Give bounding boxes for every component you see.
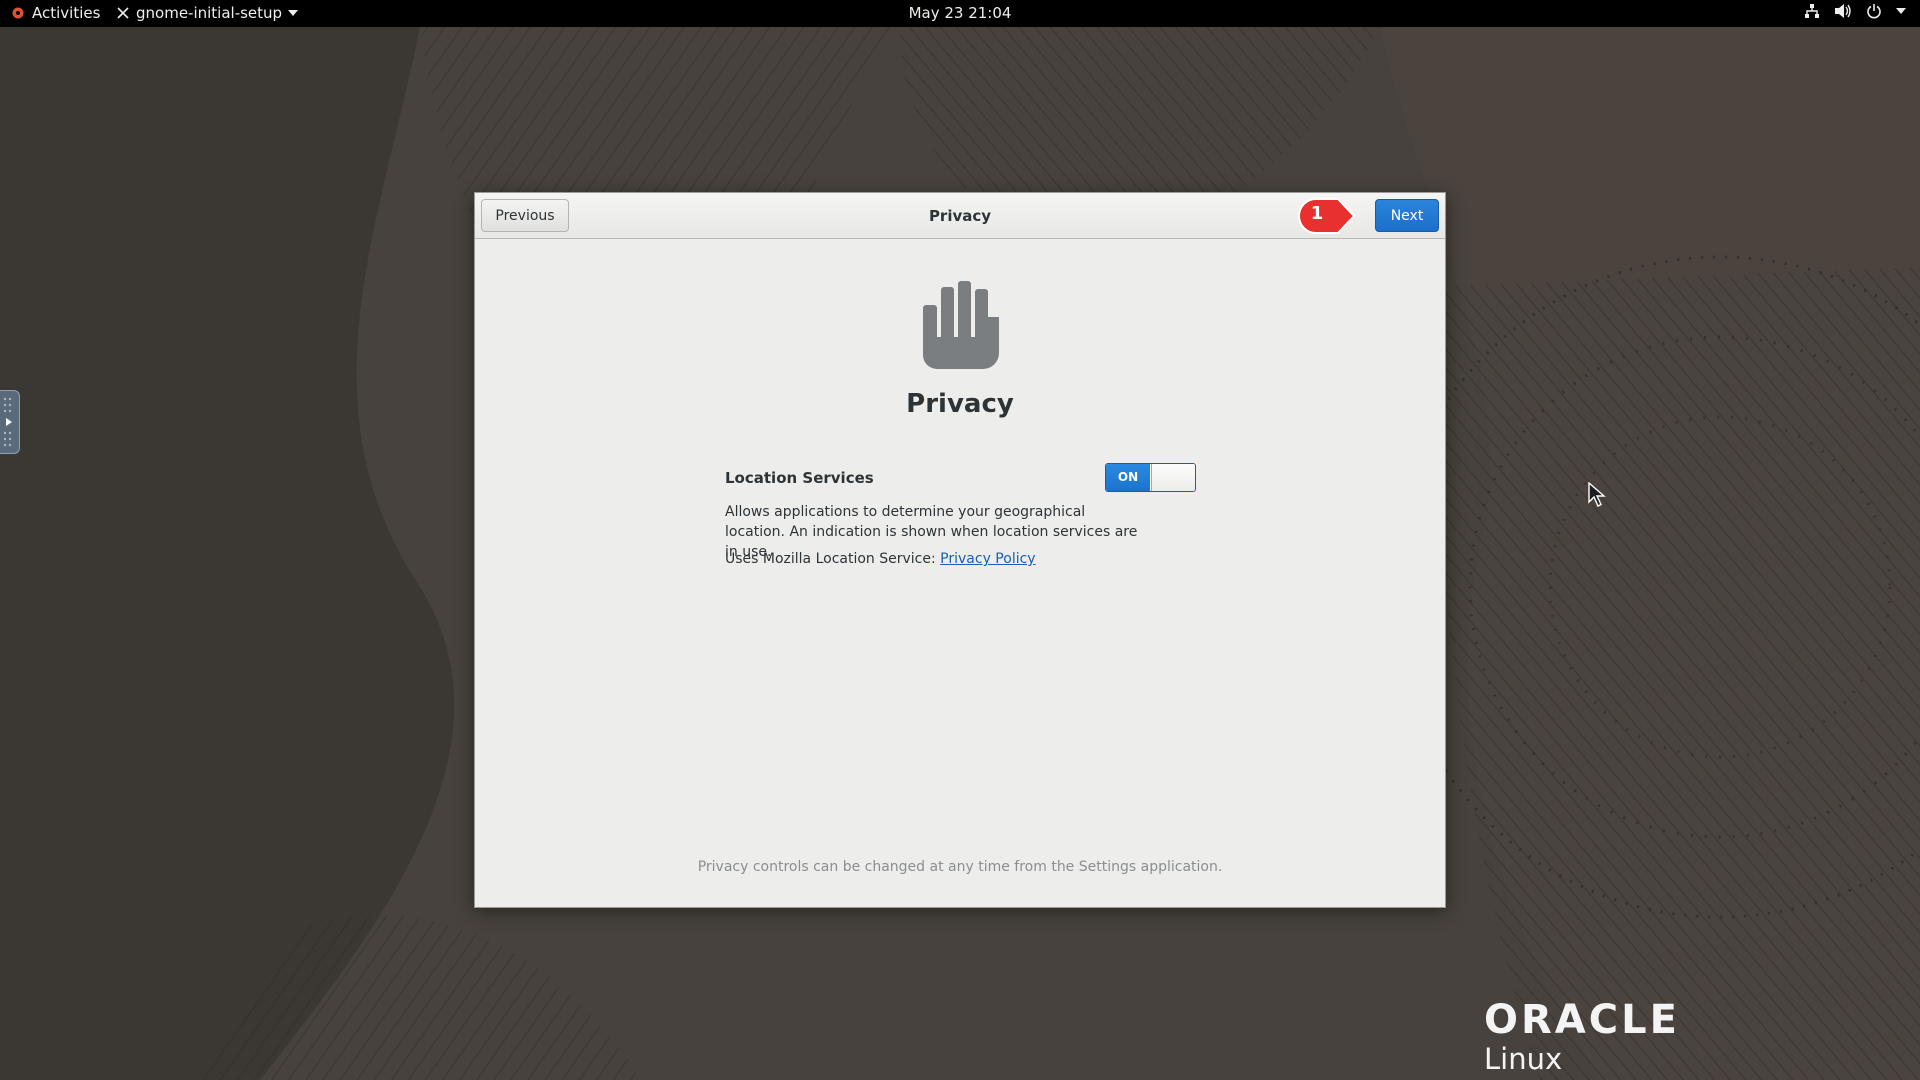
location-service-provider: Uses Mozilla Location Service: Privacy P… xyxy=(725,551,1036,567)
toggle-knob xyxy=(1151,464,1195,491)
setup-tools-icon xyxy=(117,7,129,19)
privacy-policy-link[interactable]: Privacy Policy xyxy=(940,551,1035,567)
side-panel-handle[interactable] xyxy=(0,390,20,454)
location-services-label: Location Services xyxy=(725,469,874,487)
volume-icon xyxy=(1835,4,1851,18)
network-icon xyxy=(1805,4,1819,18)
expand-arrow-icon xyxy=(3,397,12,447)
app-menu[interactable]: gnome-initial-setup xyxy=(116,4,299,22)
location-services-toggle[interactable]: ON xyxy=(1105,463,1196,492)
page-title: Privacy xyxy=(906,389,1014,419)
chevron-down-icon xyxy=(288,10,299,16)
logo-wordmark: ORACLE xyxy=(1484,997,1680,1043)
next-button[interactable]: Next xyxy=(1375,199,1439,232)
app-menu-label: gnome-initial-setup xyxy=(136,4,283,22)
activities-button[interactable]: Activities xyxy=(12,4,100,22)
callout-number: 1 xyxy=(1310,203,1324,224)
oracle-linux-logo: ORACLE Linux xyxy=(1484,1000,1680,1076)
system-tray[interactable] xyxy=(1804,3,1906,19)
power-icon xyxy=(1867,4,1881,19)
activities-icon xyxy=(12,7,24,19)
footer-note: Privacy controls can be changed at any t… xyxy=(697,859,1223,875)
mouse-pointer-icon xyxy=(1588,482,1606,507)
activities-label: Activities xyxy=(32,4,101,22)
toggle-on-label: ON xyxy=(1106,464,1150,491)
initial-setup-dialog: Previous Privacy 1 Next Privacy Location… xyxy=(474,192,1446,908)
step-callout-badge: 1 xyxy=(1294,197,1368,235)
dialog-header: Previous Privacy 1 Next xyxy=(475,193,1445,239)
menu-arrow-icon xyxy=(1896,8,1906,14)
uses-text: Uses Mozilla Location Service: xyxy=(725,551,941,567)
hand-stop-icon xyxy=(923,281,999,369)
logo-subtitle: Linux xyxy=(1484,1042,1563,1076)
clock[interactable]: May 23 21:04 xyxy=(909,4,1012,22)
top-bar: Activities gnome-initial-setup May 23 21… xyxy=(0,0,1920,27)
